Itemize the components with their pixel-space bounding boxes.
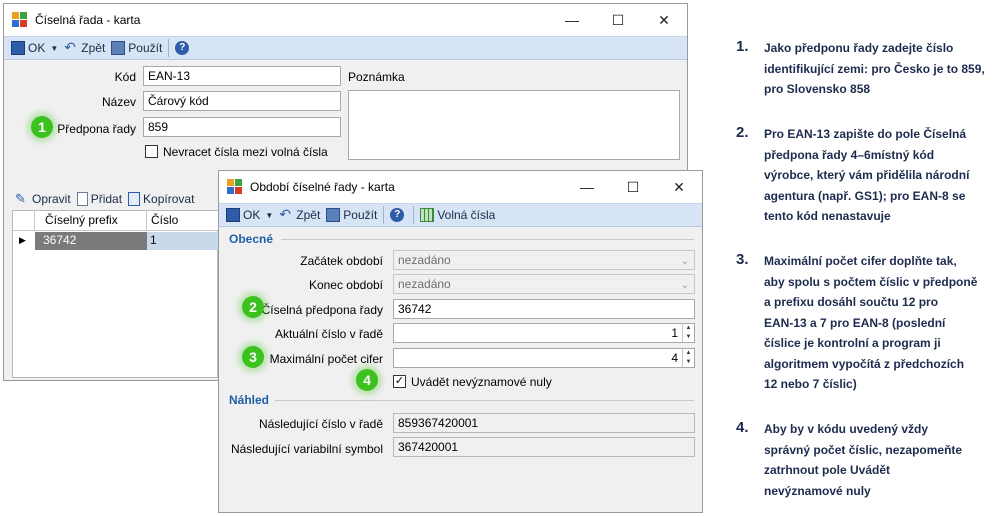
- note-label: Poznámka: [348, 70, 405, 84]
- toolbar-separator: [383, 206, 385, 224]
- minimize-icon[interactable]: —: [549, 4, 595, 36]
- name-input[interactable]: Čárový kód: [143, 91, 341, 111]
- step-badge-4: 4: [356, 369, 378, 391]
- step-number: 1.: [736, 38, 749, 55]
- current-number-stepper[interactable]: 1 ▲ ▼: [393, 323, 695, 343]
- series-numeric-prefix-input[interactable]: 36742: [393, 299, 695, 319]
- apply-icon: [111, 41, 126, 55]
- step-number: 3.: [736, 251, 749, 268]
- step-badge-2: 2: [242, 296, 264, 318]
- help-button[interactable]: ?: [387, 204, 410, 226]
- ok-button[interactable]: OK ▼: [223, 204, 276, 226]
- app-icon: [12, 12, 28, 28]
- copy-button[interactable]: Kopírovat: [125, 188, 197, 210]
- step-badge-1: 1: [31, 116, 53, 138]
- use-button[interactable]: Použít: [323, 204, 380, 226]
- help-icon: ?: [390, 208, 405, 222]
- add-button[interactable]: Přidat: [74, 188, 125, 210]
- stepper-arrows-icon[interactable]: ▲ ▼: [682, 349, 694, 367]
- grid-column-header-number[interactable]: Číslo: [147, 211, 219, 231]
- edit-button[interactable]: ✎ Opravit: [12, 188, 74, 210]
- grid-cell-prefix[interactable]: 36742: [35, 232, 147, 250]
- help-icon: ?: [175, 41, 190, 55]
- section-preview-heading: Náhled: [229, 393, 270, 407]
- back-button[interactable]: ↶ Zpět: [61, 37, 108, 59]
- chevron-down-icon[interactable]: ▼: [50, 44, 58, 53]
- code-input[interactable]: EAN-13: [143, 66, 341, 86]
- save-icon: [11, 41, 25, 55]
- title-bar[interactable]: Období číselné řady - karta — ☐ ✕: [219, 171, 702, 203]
- toolbar: OK ▼ ↶ Zpět Použít ? Volná čísla: [219, 203, 702, 227]
- leading-zeros-label: Uvádět nevýznamové nuly: [411, 375, 552, 389]
- window-series-period-card: Období číselné řady - karta — ☐ ✕ OK ▼ ↶ Z…: [218, 170, 703, 513]
- close-icon[interactable]: ✕: [641, 4, 687, 36]
- step-text: Maximální počet cifer doplňte tak, aby sp…: [764, 254, 978, 391]
- free-numbers-button[interactable]: Volná čísla: [417, 204, 498, 226]
- window-title: Číselná řada - karta: [35, 13, 141, 27]
- new-document-icon: [76, 192, 88, 206]
- next-variable-symbol-label: Následující variabilní symbol: [230, 442, 383, 456]
- save-icon: [226, 208, 240, 222]
- chevron-down-icon: ⌄: [680, 256, 689, 267]
- next-number-value: 859367420001: [393, 413, 695, 433]
- step-text: Jako předponu řady zadejte číslo identifi…: [764, 41, 985, 96]
- period-end-dropdown[interactable]: nezadáno ⌄: [393, 274, 695, 294]
- undo-icon: ↶: [279, 206, 291, 222]
- undo-icon: ↶: [64, 39, 76, 55]
- code-label: Kód: [114, 70, 136, 84]
- chevron-down-icon: ⌄: [680, 280, 689, 291]
- period-start-label: Začátek období: [300, 254, 383, 268]
- toolbar: OK ▼ ↶ Zpět Použít ?: [4, 36, 687, 60]
- period-end-label: Konec období: [308, 278, 383, 292]
- note-textarea[interactable]: [348, 90, 680, 160]
- section-divider: [275, 400, 694, 401]
- recycle-numbers-checkbox[interactable]: [145, 145, 158, 158]
- step-number: 4.: [736, 419, 749, 436]
- period-start-dropdown[interactable]: nezadáno ⌄: [393, 250, 695, 270]
- max-digits-stepper[interactable]: 4 ▲ ▼: [393, 348, 695, 368]
- step-number: 2.: [736, 124, 749, 141]
- maximize-icon[interactable]: ☐: [595, 4, 641, 36]
- recycle-numbers-label: Nevracet čísla mezi volná čísla: [163, 145, 328, 159]
- section-divider: [281, 239, 694, 240]
- back-button[interactable]: ↶ Zpět: [276, 204, 323, 226]
- title-bar[interactable]: Číselná řada - karta — ☐ ✕: [4, 4, 687, 36]
- step-text: Aby by v kódu uvedený vždy správný počet …: [764, 422, 963, 498]
- series-prefix-input[interactable]: 859: [143, 117, 341, 137]
- grid-cell-number[interactable]: 1: [147, 232, 219, 250]
- minimize-icon[interactable]: —: [564, 171, 610, 203]
- window-title: Období číselné řady - karta: [250, 180, 395, 194]
- grid-row-header-corner: [13, 211, 35, 231]
- data-grid: Číselný prefix Číslo ▶ 36742 1: [12, 210, 219, 378]
- table-row[interactable]: ▶ 36742 1: [13, 232, 219, 250]
- leading-zeros-checkbox[interactable]: ✓: [393, 375, 406, 388]
- row-selector-arrow-icon: ▶: [19, 235, 26, 245]
- grid-toolbar: ✎ Opravit Přidat Kopírovat: [12, 188, 197, 210]
- chevron-down-icon[interactable]: ▼: [265, 211, 273, 220]
- section-general-heading: Obecné: [229, 232, 274, 246]
- app-icon: [227, 179, 243, 195]
- use-button[interactable]: Použít: [108, 37, 165, 59]
- current-number-label: Aktuální číslo v řadě: [274, 327, 383, 341]
- apply-icon: [326, 208, 341, 222]
- name-label: Název: [101, 95, 136, 109]
- grid-icon: [420, 208, 435, 222]
- ok-button[interactable]: OK ▼: [8, 37, 61, 59]
- next-variable-symbol-value: 367420001: [393, 437, 695, 457]
- next-number-label: Následující číslo v řadě: [258, 417, 383, 431]
- step-text: Pro EAN-13 zapište do pole Číselná předpo…: [764, 127, 970, 223]
- maximize-icon[interactable]: ☐: [610, 171, 656, 203]
- copy-icon: [128, 192, 141, 206]
- grid-column-header-prefix[interactable]: Číselný prefix: [35, 211, 147, 231]
- stepper-arrows-icon[interactable]: ▲ ▼: [682, 324, 694, 342]
- close-icon[interactable]: ✕: [656, 171, 702, 203]
- help-button[interactable]: ?: [172, 37, 195, 59]
- pencil-icon: ✎: [15, 191, 26, 206]
- toolbar-separator: [168, 39, 170, 57]
- step-badge-3: 3: [242, 346, 264, 368]
- toolbar-separator: [413, 206, 415, 224]
